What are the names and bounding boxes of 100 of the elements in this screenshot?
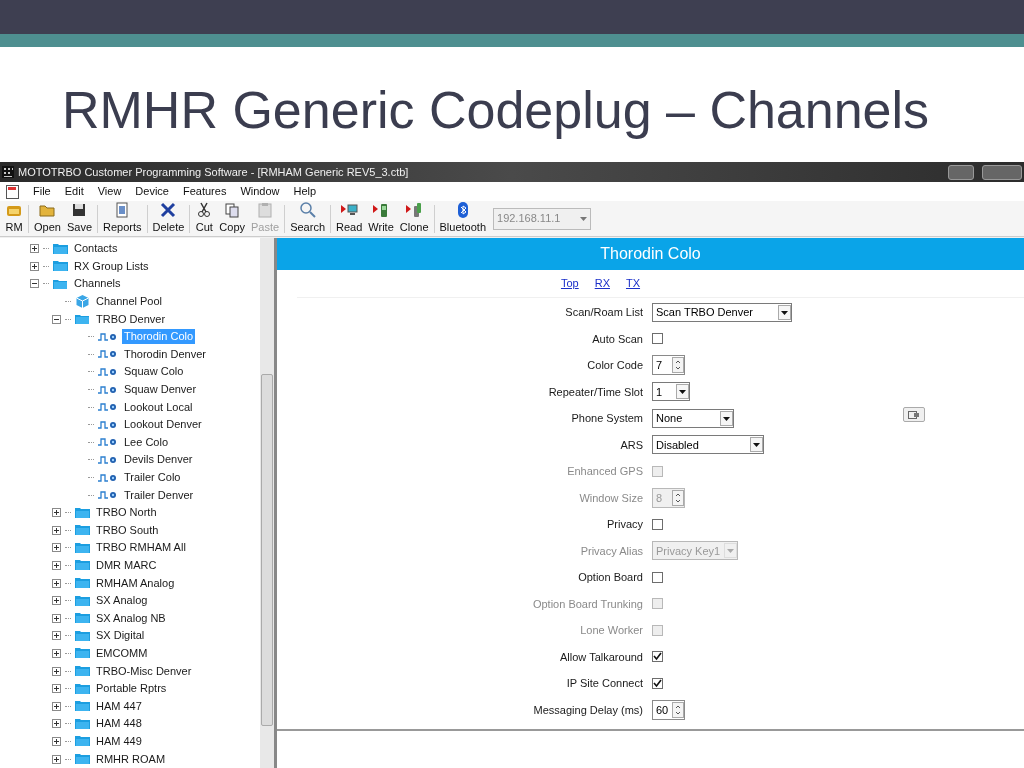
expand-icon[interactable] bbox=[52, 701, 61, 711]
side-button[interactable] bbox=[903, 407, 925, 422]
channel-icon bbox=[98, 419, 118, 430]
document-icon[interactable] bbox=[6, 184, 19, 199]
toolbar-button[interactable]: Bluetooth bbox=[438, 201, 487, 236]
dropdown[interactable]: 1 bbox=[652, 382, 690, 402]
expand-icon[interactable] bbox=[52, 719, 61, 729]
spinner-value: 60 bbox=[656, 702, 668, 718]
dropdown[interactable]: None bbox=[652, 408, 734, 428]
expand-icon[interactable] bbox=[52, 508, 61, 518]
expand-icon[interactable] bbox=[52, 666, 61, 676]
section-link[interactable]: RX bbox=[594, 275, 610, 292]
expand-icon[interactable] bbox=[52, 561, 61, 570]
tree-item[interactable]: Contacts bbox=[72, 241, 120, 257]
tree-item[interactable]: TRBO North bbox=[94, 505, 159, 521]
collapse-icon[interactable] bbox=[30, 279, 39, 289]
toolbar-button[interactable]: Reports bbox=[102, 201, 143, 236]
checkbox[interactable] bbox=[652, 571, 663, 583]
expand-icon[interactable] bbox=[52, 543, 61, 553]
tree-item[interactable]: HAM 449 bbox=[94, 733, 144, 749]
toolbar-button[interactable]: Save bbox=[65, 201, 93, 236]
tree-item[interactable]: RMHAM Analog bbox=[94, 575, 177, 591]
tree-item[interactable]: Squaw Denver bbox=[122, 382, 199, 398]
folder-icon bbox=[75, 735, 90, 748]
menu-item[interactable]: File bbox=[33, 183, 51, 200]
section-link[interactable]: TX bbox=[626, 275, 641, 292]
number-spinner[interactable]: 7 bbox=[652, 355, 685, 376]
channel-icon bbox=[98, 366, 118, 377]
number-spinner[interactable]: 60 bbox=[652, 699, 685, 720]
expand-icon[interactable] bbox=[52, 613, 61, 623]
menu-item[interactable]: Features bbox=[183, 183, 227, 200]
expand-icon[interactable] bbox=[52, 525, 61, 535]
tree-item[interactable]: Channel Pool bbox=[94, 294, 165, 310]
expand-icon[interactable] bbox=[52, 648, 61, 658]
scrollbar[interactable] bbox=[260, 238, 274, 768]
tree-item[interactable]: Channels bbox=[72, 276, 123, 292]
expand-icon[interactable] bbox=[30, 244, 39, 254]
checkbox[interactable] bbox=[652, 677, 663, 689]
expand-icon[interactable] bbox=[52, 684, 61, 694]
tree-item[interactable]: Portable Rptrs bbox=[94, 681, 169, 697]
tree-item[interactable]: TRBO South bbox=[94, 522, 161, 538]
tree-item[interactable]: TRBO RMHAM All bbox=[94, 540, 188, 556]
tree-item[interactable]: SX Analog NB bbox=[94, 610, 168, 626]
spin-arrows-icon[interactable] bbox=[672, 701, 684, 718]
tree-item[interactable]: TRBO-Misc Denver bbox=[94, 663, 194, 679]
field-label: IP Site Connect bbox=[565, 676, 644, 691]
toolbar-button[interactable]: Open bbox=[33, 201, 62, 236]
checkbox[interactable] bbox=[652, 518, 663, 530]
expand-icon[interactable] bbox=[52, 596, 61, 606]
tree-item[interactable]: Devils Denver bbox=[122, 452, 195, 468]
toolbar-button[interactable]: Write bbox=[367, 201, 395, 236]
checkbox[interactable] bbox=[652, 651, 663, 663]
tree-item[interactable]: Thorodin Denver bbox=[122, 346, 208, 362]
folder-icon bbox=[75, 524, 90, 537]
spinner-value: 7 bbox=[656, 358, 664, 373]
minimize-button[interactable] bbox=[982, 164, 1022, 180]
tree-item[interactable]: Trailer Colo bbox=[122, 470, 183, 485]
tree-item[interactable]: DMR MARC bbox=[94, 558, 159, 573]
tree-item[interactable]: Lee Colo bbox=[122, 434, 171, 450]
toolbar-button[interactable]: Copy bbox=[218, 201, 246, 236]
restore-button[interactable] bbox=[948, 164, 974, 180]
menu-item[interactable]: View bbox=[97, 183, 122, 200]
tree-item[interactable]: Trailer Denver bbox=[122, 487, 196, 503]
collapse-icon[interactable] bbox=[52, 314, 61, 324]
dropdown[interactable]: Disabled bbox=[652, 435, 764, 455]
toolbar-button[interactable]: RM bbox=[4, 201, 24, 236]
menu-item[interactable]: Help bbox=[293, 183, 317, 200]
toolbar-button[interactable]: Read bbox=[335, 201, 364, 236]
menu-item[interactable]: Device bbox=[135, 183, 169, 200]
menu-item[interactable]: Edit bbox=[64, 183, 84, 200]
field-label: Lone Worker bbox=[579, 623, 644, 638]
toolbar-button[interactable]: Cut bbox=[194, 201, 215, 236]
tree-item[interactable]: SX Digital bbox=[94, 628, 147, 644]
tree-item[interactable]: TRBO Denver bbox=[94, 311, 168, 327]
scroll-thumb[interactable] bbox=[261, 374, 273, 726]
expand-icon[interactable] bbox=[52, 578, 61, 588]
tree-item[interactable]: Squaw Colo bbox=[122, 364, 186, 380]
checkbox[interactable] bbox=[652, 333, 663, 345]
tree-item[interactable]: EMCOMM bbox=[94, 645, 150, 661]
tree-item[interactable]: SX Analog bbox=[94, 593, 150, 609]
folder-icon bbox=[53, 242, 68, 255]
dropdown-value: Privacy Key1 bbox=[656, 543, 721, 559]
toolbar-button[interactable]: Clone bbox=[398, 201, 430, 236]
expand-icon[interactable] bbox=[52, 754, 61, 764]
menu-item[interactable]: Window bbox=[240, 183, 280, 200]
tree-item[interactable]: Lookout Denver bbox=[122, 417, 204, 433]
expand-icon[interactable] bbox=[30, 261, 39, 271]
tree-item[interactable]: RX Group Lists bbox=[72, 258, 151, 274]
expand-icon[interactable] bbox=[52, 631, 61, 641]
toolbar-button[interactable]: Delete bbox=[151, 201, 186, 236]
spin-arrows-icon[interactable] bbox=[672, 357, 684, 374]
tree-item[interactable]: RMHR ROAM bbox=[94, 751, 168, 767]
expand-icon[interactable] bbox=[52, 736, 61, 746]
tree-item[interactable]: HAM 448 bbox=[94, 716, 144, 732]
tree-item[interactable]: HAM 447 bbox=[94, 698, 144, 714]
channel-icon bbox=[98, 331, 118, 342]
toolbar-button[interactable]: Search bbox=[289, 201, 326, 236]
section-link[interactable]: Top bbox=[560, 275, 579, 292]
tree-item[interactable]: Lookout Local bbox=[122, 399, 195, 415]
dropdown[interactable]: Scan TRBO Denver bbox=[652, 302, 792, 322]
